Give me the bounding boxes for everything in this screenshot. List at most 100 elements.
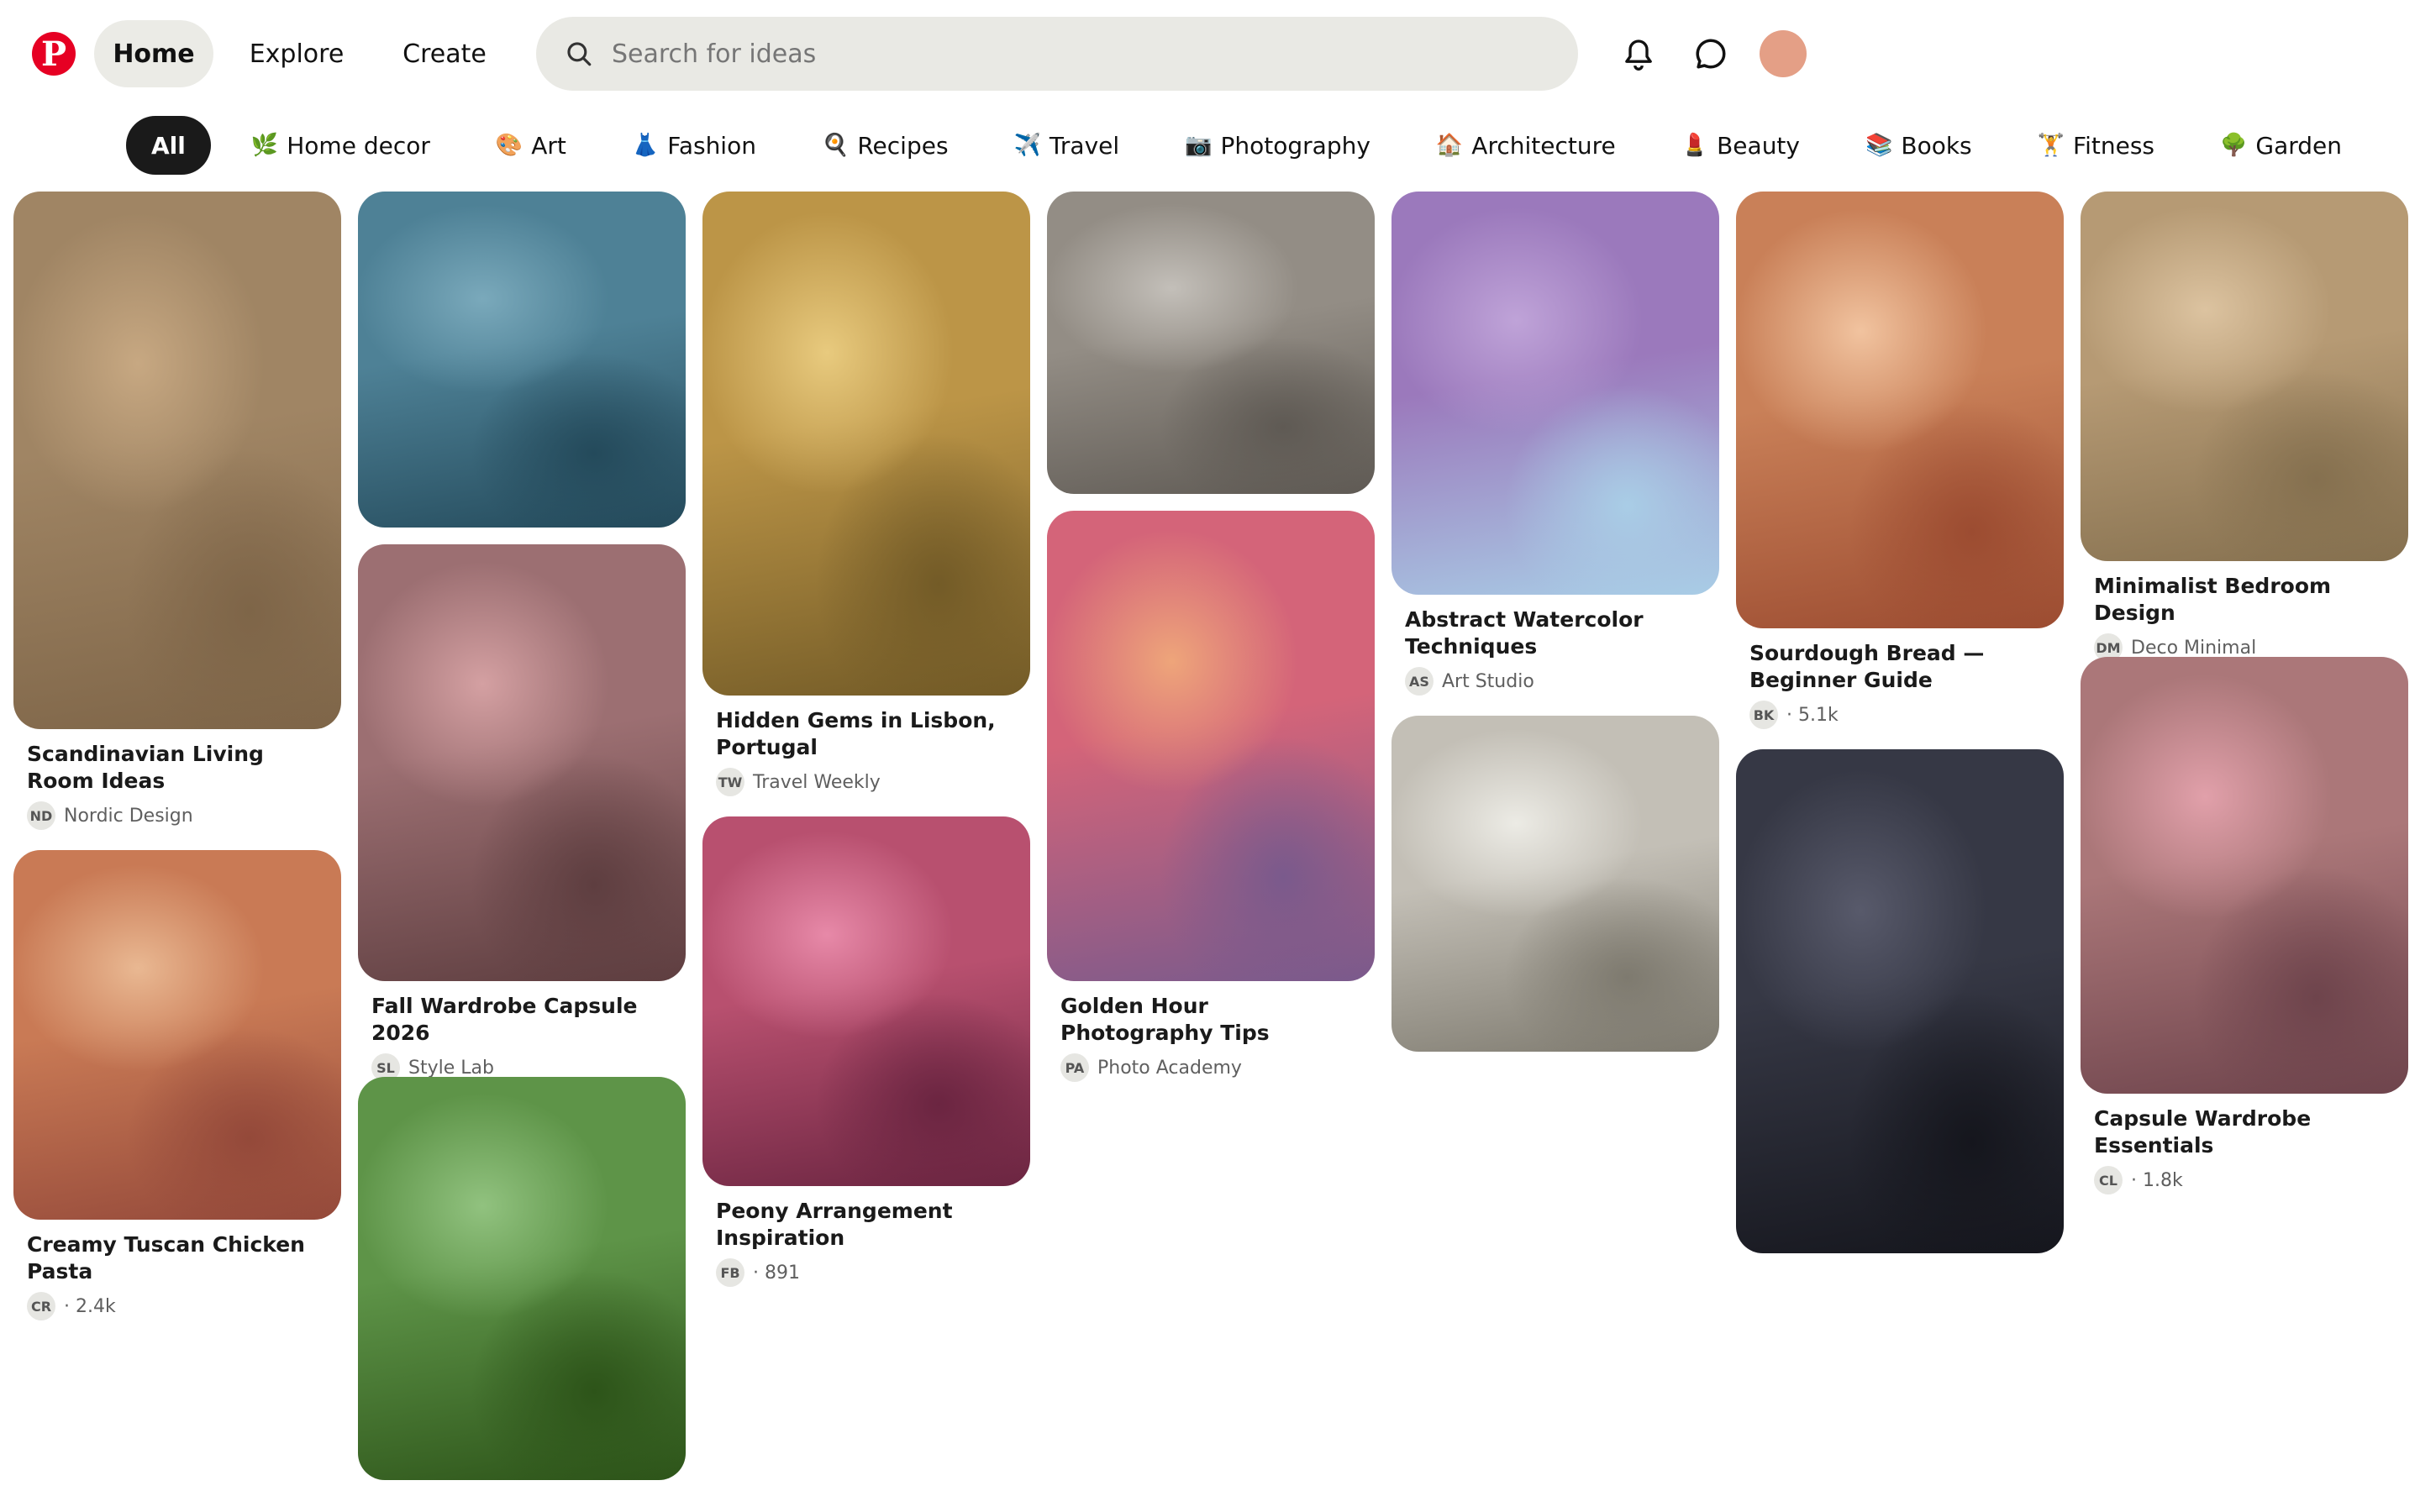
- pin-image[interactable]: [358, 544, 686, 981]
- pin-image[interactable]: [2081, 192, 2408, 561]
- category-fitness[interactable]: 🏋️ Fitness: [2012, 116, 2180, 175]
- category-beauty[interactable]: 💄 Beauty: [1656, 116, 1825, 175]
- pin-card[interactable]: Sourdough Bread — Beginner Guide BK · 5.1…: [1736, 192, 2064, 729]
- pin-image[interactable]: [13, 192, 341, 729]
- pin-title[interactable]: Capsule Wardrobe Essentials: [2094, 1105, 2395, 1159]
- pin-meta-text: Deco Minimal: [2131, 637, 2257, 659]
- nav-explore-label: Explore: [249, 39, 345, 69]
- house-icon: 🏠: [1435, 133, 1464, 158]
- nav-create[interactable]: Create: [378, 20, 511, 87]
- pin-title[interactable]: Scandinavian Living Room Ideas: [27, 741, 328, 795]
- pin-image[interactable]: [1047, 511, 1375, 981]
- category-label: Art: [531, 131, 566, 160]
- pin-title[interactable]: Sourdough Bread — Beginner Guide: [1749, 640, 2050, 694]
- top-header: P Home Explore Create: [0, 0, 2420, 108]
- creator-avatar[interactable]: PA: [1060, 1053, 1089, 1082]
- weightlifter-icon: 🏋️: [2037, 133, 2065, 158]
- nav-home[interactable]: Home: [94, 20, 213, 87]
- creator-avatar[interactable]: ND: [27, 801, 55, 830]
- category-photography[interactable]: 📷 Photography: [1160, 116, 1396, 175]
- pin-meta: PA Photo Academy: [1060, 1053, 1361, 1082]
- pin-card[interactable]: Capsule Wardrobe Essentials CL · 1.8k: [2081, 657, 2408, 1194]
- nav-explore[interactable]: Explore: [230, 20, 363, 87]
- category-travel[interactable]: ✈️ Travel: [989, 116, 1145, 175]
- pin-card[interactable]: [1736, 749, 2064, 1253]
- category-books[interactable]: 📚 Books: [1840, 116, 1997, 175]
- pin-title[interactable]: Creamy Tuscan Chicken Pasta: [27, 1231, 328, 1285]
- pinterest-logo-icon[interactable]: P: [32, 32, 76, 76]
- category-architecture[interactable]: 🏠 Architecture: [1411, 116, 1641, 175]
- category-label: Recipes: [857, 131, 949, 160]
- user-avatar[interactable]: [1760, 30, 1807, 77]
- pin-image[interactable]: [1392, 192, 1719, 595]
- category-recipes[interactable]: 🍳 Recipes: [797, 116, 974, 175]
- logo-letter: P: [40, 34, 67, 74]
- category-label: Architecture: [1471, 131, 1616, 160]
- pin-card[interactable]: [358, 1077, 686, 1480]
- pin-image[interactable]: [1047, 192, 1375, 494]
- pin-title[interactable]: Fall Wardrobe Capsule 2026: [371, 993, 672, 1047]
- category-art[interactable]: 🎨 Art: [471, 116, 592, 175]
- pin-meta-text: Style Lab: [408, 1057, 494, 1079]
- pin-meta: CR · 2.4k: [27, 1292, 328, 1320]
- pin-title[interactable]: Minimalist Bedroom Design: [2094, 573, 2395, 627]
- creator-avatar[interactable]: TW: [716, 768, 744, 796]
- creator-avatar[interactable]: CR: [27, 1292, 55, 1320]
- pin-image[interactable]: [358, 192, 686, 528]
- pin-card[interactable]: [1047, 192, 1375, 494]
- category-label: All: [151, 131, 186, 160]
- category-fashion[interactable]: 👗 Fashion: [607, 116, 781, 175]
- airplane-icon: ✈️: [1013, 133, 1041, 158]
- pin-meta: ND Nordic Design: [27, 801, 328, 830]
- category-label: Garden: [2255, 131, 2342, 160]
- pin-meta-text: · 891: [753, 1262, 800, 1284]
- pin-image[interactable]: [1736, 749, 2064, 1253]
- category-home-decor[interactable]: 🌿 Home decor: [226, 116, 455, 175]
- nav-home-label: Home: [113, 39, 195, 69]
- pin-card[interactable]: Creamy Tuscan Chicken Pasta CR · 2.4k: [13, 850, 341, 1320]
- pin-card[interactable]: Hidden Gems in Lisbon, Portugal TW Travel…: [702, 192, 1030, 796]
- pin-image[interactable]: [1392, 716, 1719, 1052]
- pin-image[interactable]: [358, 1077, 686, 1480]
- pin-image[interactable]: [1736, 192, 2064, 628]
- pin-card[interactable]: Minimalist Bedroom Design DM Deco Minimal: [2081, 192, 2408, 662]
- pin-meta-text: Photo Academy: [1097, 1057, 1242, 1079]
- pin-image[interactable]: [2081, 657, 2408, 1094]
- creator-avatar[interactable]: FB: [716, 1258, 744, 1287]
- pin-title[interactable]: Golden Hour Photography Tips: [1060, 993, 1361, 1047]
- pin-meta-text: Art Studio: [1442, 670, 1534, 692]
- category-label: Beauty: [1717, 131, 1800, 160]
- creator-avatar[interactable]: CL: [2094, 1166, 2123, 1194]
- category-label: Home decor: [287, 131, 430, 160]
- pin-meta: TW Travel Weekly: [716, 768, 1017, 796]
- pin-title[interactable]: Hidden Gems in Lisbon, Portugal: [716, 707, 1017, 761]
- pin-image[interactable]: [13, 850, 341, 1220]
- bell-icon[interactable]: [1615, 30, 1662, 77]
- category-garden[interactable]: 🌳 Garden: [2195, 116, 2367, 175]
- pin-card[interactable]: [1392, 716, 1719, 1052]
- search-bar[interactable]: [536, 17, 1578, 91]
- message-icon[interactable]: [1687, 30, 1734, 77]
- category-label: Travel: [1049, 131, 1120, 160]
- category-label: Photography: [1220, 131, 1370, 160]
- pin-card[interactable]: [358, 192, 686, 528]
- creator-avatar[interactable]: AS: [1405, 667, 1434, 696]
- pin-image[interactable]: [702, 816, 1030, 1186]
- search-input[interactable]: [612, 39, 1536, 69]
- pin-card[interactable]: Scandinavian Living Room Ideas ND Nordic …: [13, 192, 341, 830]
- pin-title[interactable]: Peony Arrangement Inspiration: [716, 1198, 1017, 1252]
- pin-card[interactable]: Peony Arrangement Inspiration FB · 891: [702, 816, 1030, 1287]
- category-bar: All 🌿 Home decor 🎨 Art 👗 Fashion 🍳 Recipes ✈…: [126, 116, 2367, 175]
- pin-card[interactable]: Fall Wardrobe Capsule 2026 SL Style Lab: [358, 544, 686, 1082]
- pin-card[interactable]: Abstract Watercolor Techniques AS Art Stu…: [1392, 192, 1719, 696]
- camera-icon: 📷: [1185, 133, 1213, 158]
- category-all[interactable]: All: [126, 116, 211, 175]
- creator-avatar[interactable]: BK: [1749, 701, 1778, 729]
- pin-image[interactable]: [702, 192, 1030, 696]
- pin-title[interactable]: Abstract Watercolor Techniques: [1405, 606, 1706, 660]
- frying-pan-icon: 🍳: [821, 133, 850, 158]
- pin-card[interactable]: Golden Hour Photography Tips PA Photo Aca…: [1047, 511, 1375, 1082]
- pin-meta: CL · 1.8k: [2094, 1166, 2395, 1194]
- search-icon: [567, 42, 592, 66]
- dress-icon: 👗: [631, 133, 660, 158]
